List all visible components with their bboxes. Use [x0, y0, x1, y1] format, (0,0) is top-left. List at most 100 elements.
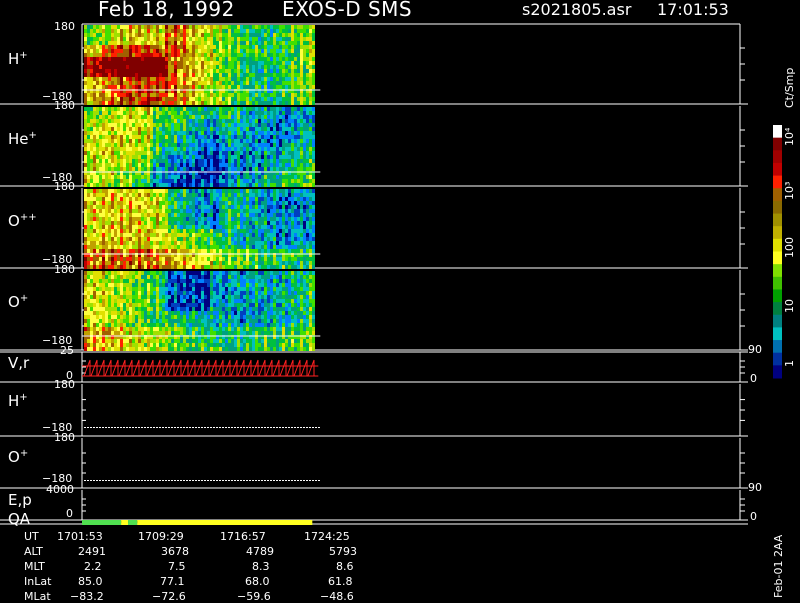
- spectrogram-cell: [99, 111, 102, 115]
- spectrogram-cell: [93, 343, 96, 347]
- spectrogram-cell: [225, 209, 228, 213]
- spectrogram-cell: [291, 213, 294, 217]
- spectrogram-cell: [84, 299, 87, 303]
- spectrogram-cell: [147, 97, 150, 101]
- spectrogram-cell: [225, 97, 228, 101]
- spectrogram-cell: [96, 299, 99, 303]
- spectrogram-cell: [309, 93, 312, 97]
- spectrogram-cell: [99, 331, 102, 335]
- spectrogram-cell: [288, 81, 291, 85]
- spectrogram-cell: [135, 189, 138, 193]
- spectrogram-cell: [204, 65, 207, 69]
- spectrogram-cell: [165, 111, 168, 115]
- spectrogram-cell: [249, 209, 252, 213]
- spectrogram-cell: [162, 37, 165, 41]
- spectrogram-cell: [210, 205, 213, 209]
- spectrogram-cell: [249, 237, 252, 241]
- spectrogram-cell: [186, 193, 189, 197]
- spectrogram-cell: [87, 237, 90, 241]
- spectrogram-cell: [243, 241, 246, 245]
- spectrogram-cell: [270, 155, 273, 159]
- spectrogram-cell: [102, 271, 105, 275]
- spectrogram-cell: [183, 127, 186, 131]
- spectrogram-cell: [255, 183, 258, 187]
- spectrogram-cell: [258, 143, 261, 147]
- spectrogram-cell: [258, 77, 261, 81]
- spectrogram-cell: [120, 257, 123, 261]
- spectrogram-cell: [303, 249, 306, 253]
- spectrogram-cell: [87, 197, 90, 201]
- spectrogram-cell: [243, 197, 246, 201]
- spectrogram-cell: [99, 179, 102, 183]
- spectrogram-cell: [225, 225, 228, 229]
- spectrogram-cell: [144, 123, 147, 127]
- spectrogram-cell: [279, 81, 282, 85]
- spectrogram-cell: [288, 213, 291, 217]
- spectrogram-cell: [252, 97, 255, 101]
- spectrogram-cell: [126, 139, 129, 143]
- spectrogram-cell: [162, 25, 165, 29]
- spectrogram-cell: [87, 111, 90, 115]
- spectrogram-cell: [258, 101, 261, 105]
- spectrogram-cell: [165, 201, 168, 205]
- spectrogram-cell: [207, 49, 210, 53]
- spectrogram-cell: [291, 183, 294, 187]
- spectrogram-cell: [183, 249, 186, 253]
- spectrogram-cell: [87, 57, 90, 61]
- spectrogram-cell: [312, 41, 315, 45]
- spectrogram-cell: [258, 41, 261, 45]
- spectrogram-cell: [261, 213, 264, 217]
- spectrogram-cell: [195, 29, 198, 33]
- spectrogram-cell: [111, 155, 114, 159]
- spectrogram-cell: [255, 65, 258, 69]
- spectrogram-cell: [102, 167, 105, 171]
- spectrogram-cell: [162, 69, 165, 73]
- spectrogram-cell: [171, 189, 174, 193]
- spectrogram-cell: [285, 73, 288, 77]
- spectrogram-cell: [180, 201, 183, 205]
- spectrogram-cell: [216, 77, 219, 81]
- spectrogram-cell: [105, 311, 108, 315]
- spectrogram-cell: [120, 229, 123, 233]
- spectrogram-cell: [306, 77, 309, 81]
- spectrogram-cell: [192, 69, 195, 73]
- spectrogram-cell: [183, 225, 186, 229]
- spectrogram-cell: [258, 61, 261, 65]
- spectrogram-cell: [279, 257, 282, 261]
- spectrogram-cell: [129, 209, 132, 213]
- spectrogram-cell: [132, 69, 135, 73]
- spectrogram-cell: [279, 119, 282, 123]
- spectrogram-cell: [99, 189, 102, 193]
- spectrogram-cell: [165, 77, 168, 81]
- spectrogram-cell: [129, 221, 132, 225]
- spectrogram-cell: [246, 69, 249, 73]
- spectrogram-cell: [228, 29, 231, 33]
- spectrogram-cell: [270, 107, 273, 111]
- spectrogram-cell: [237, 107, 240, 111]
- spectrogram-cell: [114, 81, 117, 85]
- spectrogram-cell: [90, 307, 93, 311]
- spectrogram-cell: [309, 73, 312, 77]
- spectrogram-cell: [171, 213, 174, 217]
- spectrogram-cell: [129, 225, 132, 229]
- spectrogram-cell: [147, 107, 150, 111]
- spectrogram-cell: [108, 331, 111, 335]
- spectrogram-cell: [222, 101, 225, 105]
- spectrogram-cell: [138, 241, 141, 245]
- spectrogram-cell: [165, 151, 168, 155]
- spectrogram-cell: [249, 217, 252, 221]
- spectrogram-cell: [285, 49, 288, 53]
- spectrogram-cell: [168, 65, 171, 69]
- spectrogram-cell: [141, 61, 144, 65]
- spectrogram-cell: [264, 193, 267, 197]
- spectrogram-cell: [108, 93, 111, 97]
- spectrogram-cell: [282, 97, 285, 101]
- spectrogram-cell: [159, 53, 162, 57]
- spectrogram-cell: [285, 69, 288, 73]
- spectrogram-cell: [309, 151, 312, 155]
- spectrogram-cell: [150, 131, 153, 135]
- spectrogram-cell: [294, 33, 297, 37]
- spectrogram-cell: [144, 205, 147, 209]
- spectrogram-cell: [159, 143, 162, 147]
- spectrogram-cell: [216, 139, 219, 143]
